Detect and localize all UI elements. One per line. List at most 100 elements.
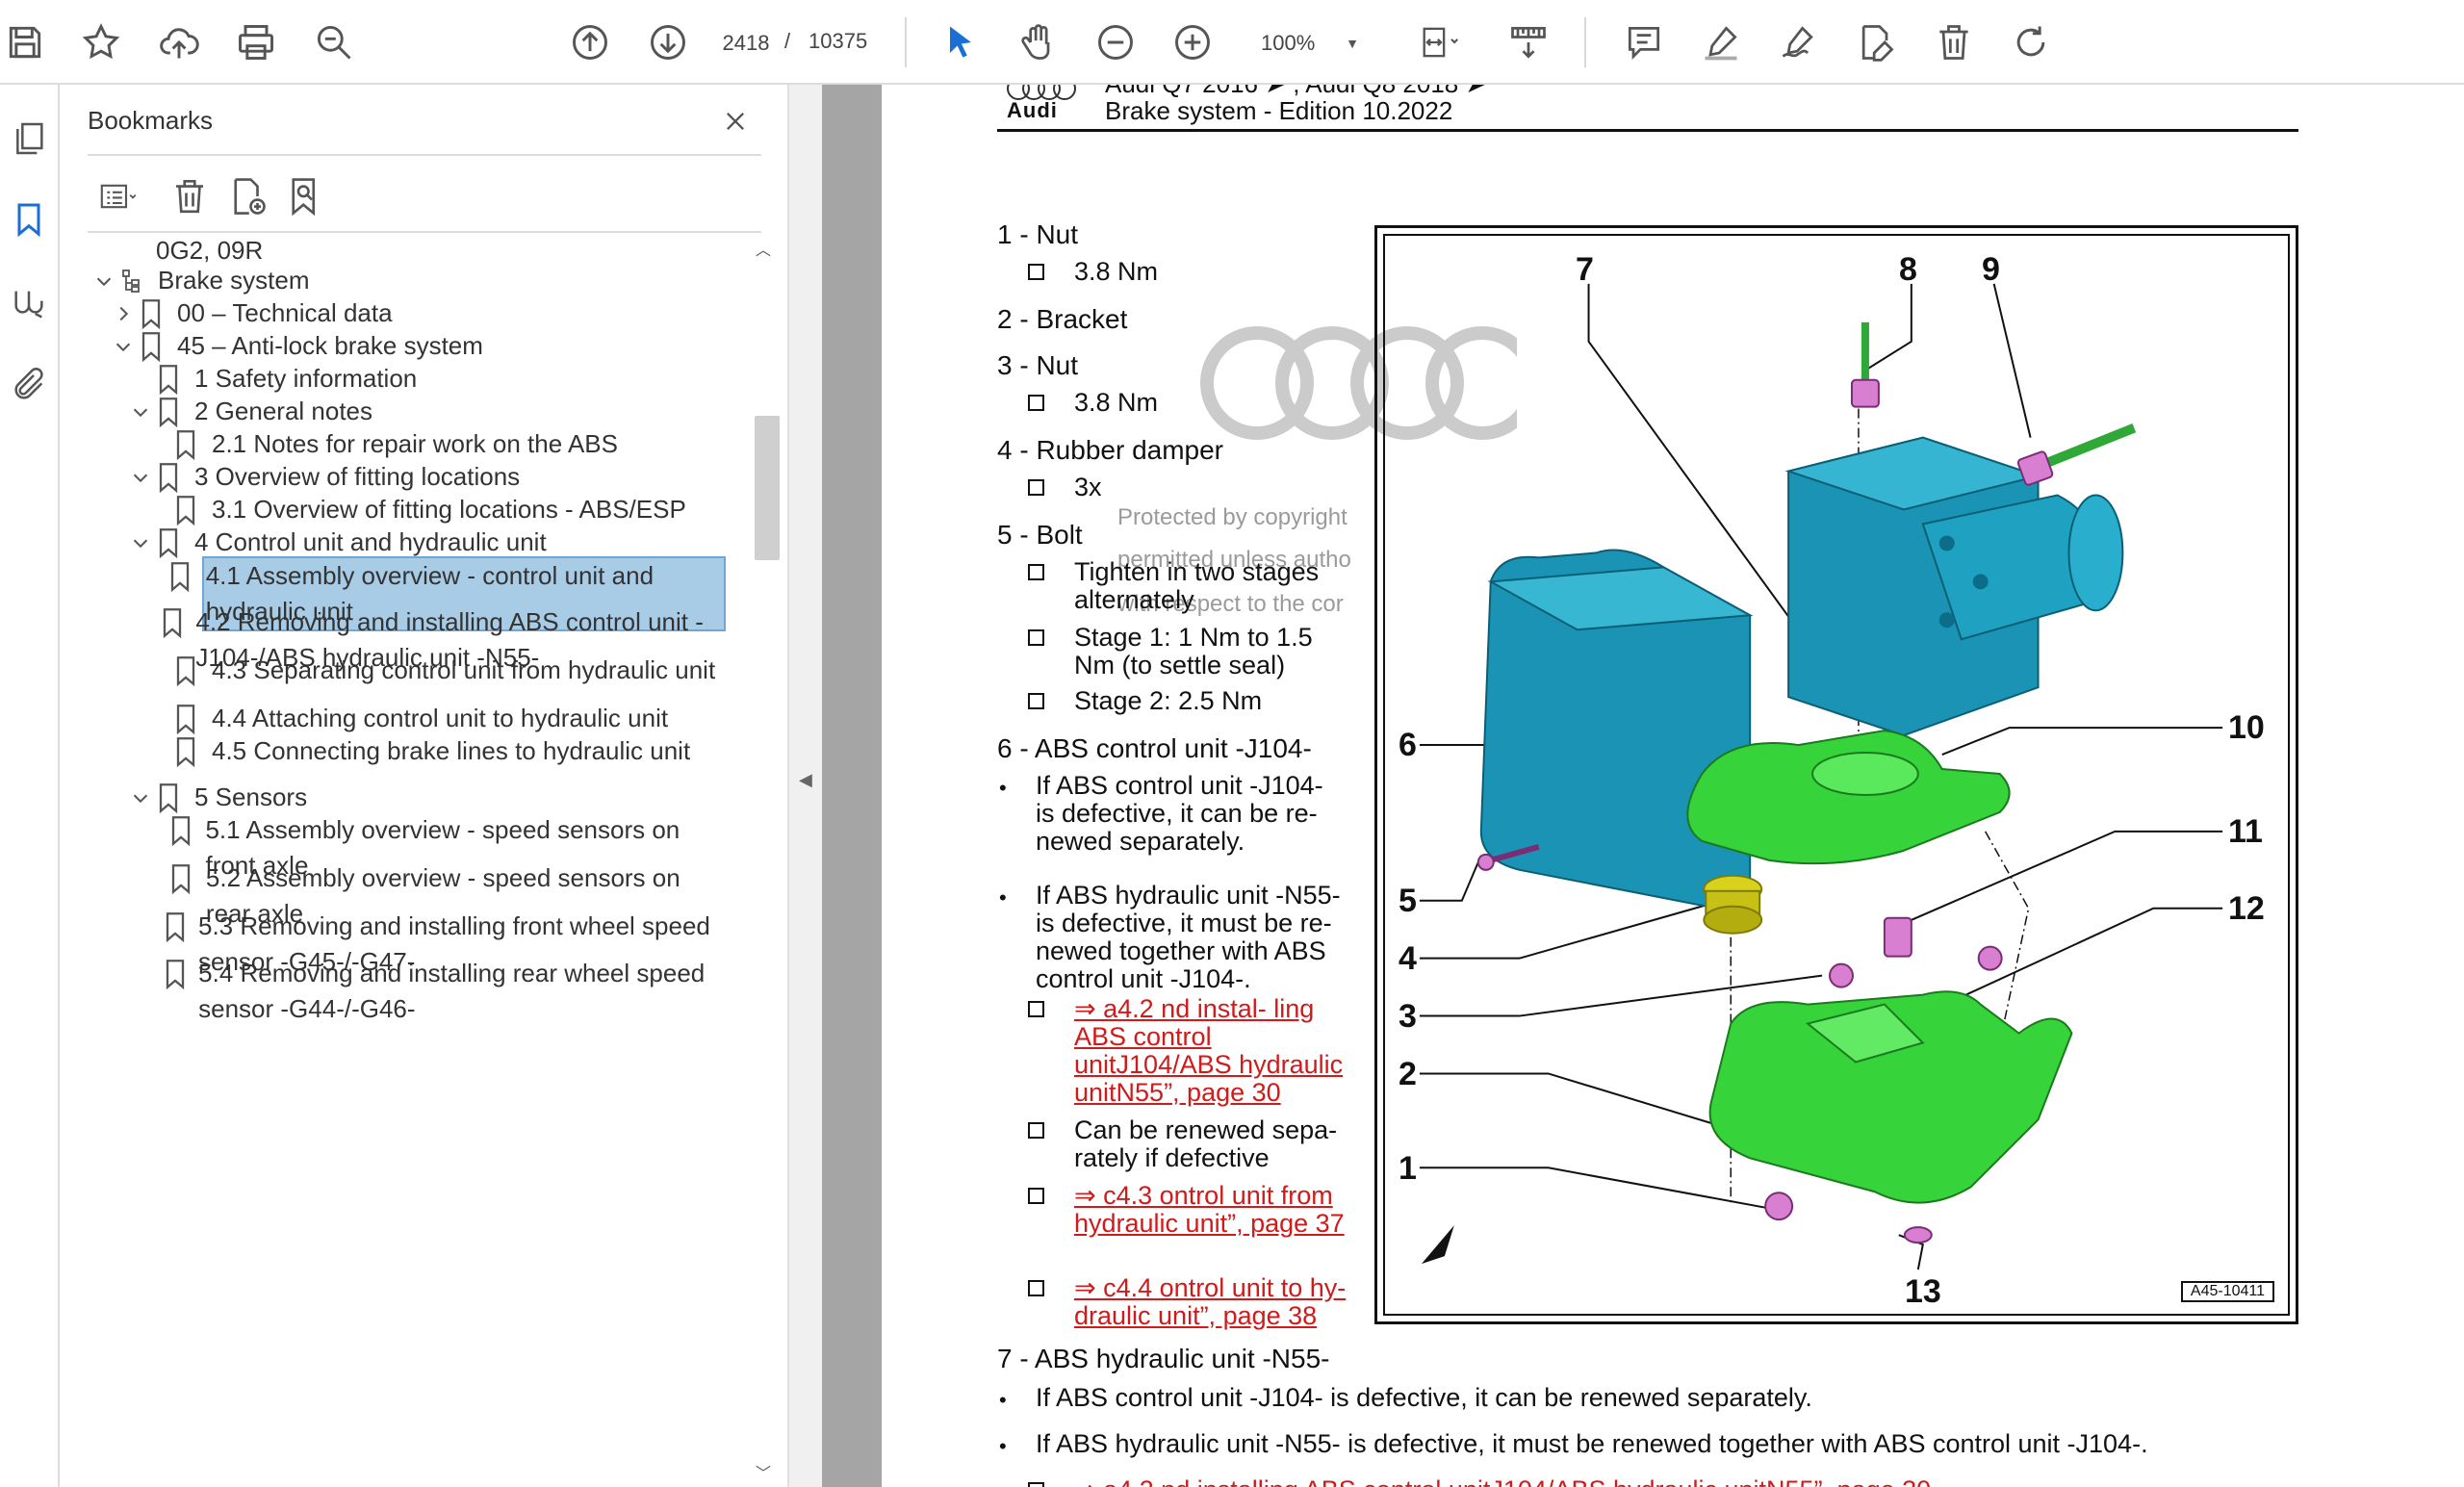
print-icon[interactable] [231,17,281,67]
chevron-down-icon[interactable] [90,263,117,298]
callout-label: 13 [1905,1273,1941,1310]
link-attaching[interactable]: ⇒ c4.4 ontrol unit to hy- draulic unit”,… [1074,1274,1363,1330]
bookmark-item[interactable]: 4 Control unit and hydraulic unit [127,525,724,560]
draw-icon[interactable] [1774,17,1824,67]
zoom-level-select[interactable]: 100% ▼ [1247,21,1367,65]
toggle-spacer [144,860,168,896]
bookmark-icon [167,558,192,594]
zoom-level-value: 100% [1261,31,1316,55]
save-icon[interactable] [0,17,50,67]
legend-item-6: 6 - ABS control unit -J104- [997,733,1312,763]
scrollbar-thumb[interactable] [755,416,780,560]
callout-label: 12 [2228,890,2265,927]
signatures-icon[interactable] [4,279,54,329]
legend-detail: Stage 2: 2.5 Nm [1074,686,1263,715]
bookmark-tree-icon [117,263,146,298]
bookmark-icon [164,909,187,944]
bookmark-item[interactable]: 00 – Technical data [110,295,724,331]
bookmark-item[interactable]: 3.1 Overview of fitting locations - ABS/… [144,492,724,527]
highlight-pen-icon[interactable] [1696,17,1746,67]
bookmark-icon [171,701,200,736]
chevron-down-icon: ▼ [1346,36,1359,51]
page-total: 10375 [808,29,868,53]
document-viewport[interactable]: Audi Audi Q7 2016 ➤ , Audi Q8 2018 ➤ Bra… [822,85,2464,1487]
toggle-spacer [144,909,164,944]
next-page-icon[interactable] [643,17,693,67]
chevron-down-icon[interactable] [127,525,154,560]
bookmark-icon [154,394,183,429]
bookmark-icon [137,295,166,331]
legend-detail: Can be renewed sepa- rately if defective [1074,1115,1338,1172]
link-removing-installing[interactable]: ⇒ a4.2 nd installing ABS control unitJ10… [1074,1476,1931,1487]
panel-splitter[interactable]: ◀ [787,85,822,1487]
bookmark-options-icon[interactable] [88,171,151,221]
chevron-up-icon[interactable]: ︿ [753,237,774,259]
bookmark-item[interactable]: 1 Safety information [127,361,724,397]
bookmark-item[interactable]: 5.4 Removing and installing rear wheel s… [144,956,724,1027]
cloud-upload-icon[interactable] [154,17,204,67]
chevron-down-icon[interactable] [110,328,137,364]
callout-label: 10 [2228,709,2265,746]
chevron-down-icon[interactable] [127,780,154,815]
bookmark-icon [154,459,183,495]
legend-item-4: 4 - Rubber damper [997,435,1224,465]
callout-label: 6 [1399,727,1417,763]
bookmark-item[interactable]: 2.1 Notes for repair work on the ABS [144,426,724,462]
bookmark-item[interactable]: 4.5 Connecting brake lines to hydraulic … [144,733,724,769]
search-bookmark-icon[interactable] [280,171,330,221]
bookmark-item[interactable]: 4.4 Attaching control unit to hydraulic … [144,701,724,736]
page-number-input[interactable] [712,23,780,64]
close-icon[interactable] [714,100,757,142]
hydraulic-unit-shape [1784,436,2124,737]
delete-icon[interactable] [1929,17,1979,67]
bookmark-icon [164,956,187,991]
chevron-down-icon[interactable]: ﹀ [753,1460,774,1482]
bookmarks-panel: Bookmarks 0G2, 09R Brake system 00 – Techn… [60,85,787,1487]
bookmarks-icon[interactable] [4,194,54,244]
comment-icon[interactable] [1619,17,1669,67]
bookmark-item[interactable]: Brake system [90,263,724,298]
navigation-rail [0,85,60,1487]
bookmark-item[interactable]: 5 Sensors [127,780,724,815]
zoom-out-icon[interactable] [1091,17,1141,67]
chevron-down-icon[interactable] [127,394,154,429]
callout-label: 1 [1399,1150,1417,1187]
bookmark-label: 5 Sensors [194,782,308,811]
legend-detail: 3.8 Nm [1074,388,1159,417]
rubber-damper-shape [1703,874,1763,935]
collapse-panel-icon[interactable]: ◀ [799,770,812,790]
previous-page-icon[interactable] [565,17,615,67]
bullet-icon: • [999,1388,1007,1412]
new-bookmark-icon[interactable] [222,171,272,221]
find-zoom-icon[interactable] [309,17,359,67]
page-thumbnails-icon[interactable] [4,114,54,164]
bookmarks-scrollbar[interactable]: ︿ ﹀ [749,235,780,1487]
bookmark-item[interactable]: 3 Overview of fitting locations [127,459,724,495]
edit-document-icon[interactable] [1851,17,1901,67]
bookmark-item[interactable]: 45 – Anti-lock brake system [110,328,724,364]
link-removing-installing[interactable]: ⇒ a4.2 nd instal- ling ABS control unitJ… [1074,995,1363,1107]
toolbar-separator [905,17,907,67]
delete-bookmark-icon[interactable] [165,171,215,221]
toggle-spacer [144,701,171,736]
chevron-down-icon[interactable] [127,459,154,495]
star-icon[interactable] [76,17,126,67]
toggle-spacer [144,492,171,527]
link-separating[interactable]: ⇒ c4.3 ontrol unit from hydraulic unit”,… [1074,1182,1363,1238]
attachments-icon[interactable] [4,360,54,410]
bookmark-icon [154,525,183,560]
zoom-in-icon[interactable] [1168,17,1218,67]
bookmark-item[interactable]: 4.3 Separating control unit from hydraul… [144,653,724,688]
rotate-icon[interactable] [2006,17,2056,67]
chevron-right-icon[interactable] [110,295,137,331]
callout-label: 11 [2228,813,2263,850]
scroll-mode-icon[interactable] [1503,17,1553,67]
bookmark-item[interactable]: 2 General notes [127,394,724,429]
page-separator: / [784,29,791,53]
hand-tool-icon[interactable] [1013,17,1063,67]
fit-page-icon[interactable] [1407,17,1475,67]
legend-note: If ABS hydraulic unit -N55- is defective… [1036,1429,2148,1458]
checkbox-icon [1028,1280,1044,1296]
select-tool-icon[interactable] [936,17,986,67]
legend-item-7: 7 - ABS hydraulic unit -N55- [997,1344,1330,1373]
